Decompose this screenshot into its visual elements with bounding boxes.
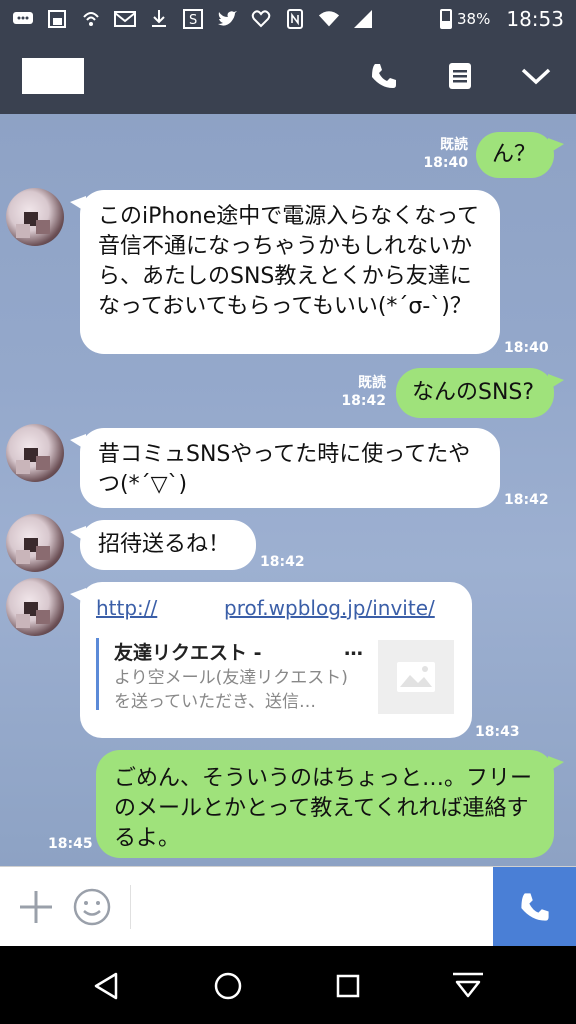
message-time: 18:42 [260,554,305,570]
phone-icon[interactable] [366,58,402,94]
s-app-icon: S [182,8,204,30]
message-bubble-incoming[interactable]: 昔コミュSNSやってた時に使ってたやつ(*´▽`) [70,428,500,508]
recents-icon[interactable] [328,966,368,1006]
message-bubble-incoming[interactable]: このiPhone途中で電源入らなくなって音信不通になっちゃうかもしれないから、あ… [70,190,500,354]
chat-title-redacted[interactable] [22,58,84,94]
signal-icon [352,8,374,30]
battery-percent: 38% [457,10,491,28]
preview-accent-bar [96,638,99,710]
plus-icon[interactable] [16,887,56,927]
call-icon[interactable] [493,867,576,947]
svg-text:S: S [189,13,197,28]
chat-header [0,38,576,114]
back-icon[interactable] [86,966,126,1006]
download-icon [148,8,170,30]
wifi-calling-icon [80,8,102,30]
wifi-icon [318,8,340,30]
notification-icons: S [12,8,374,30]
chevron-down-icon[interactable] [518,58,554,94]
message-time: 18:40 [504,340,549,356]
read-label: 既読 [358,375,386,391]
screenshot-icon [46,8,68,30]
clock: 18:53 [506,7,564,31]
twitter-icon [216,8,238,30]
navigation-bar [0,946,576,1024]
status-bar: S 38% 18:53 [0,0,576,38]
battery-icon [440,9,453,29]
avatar[interactable] [6,578,64,636]
link-preview-title-ellipsis: … [344,638,363,660]
heart-app-icon [250,8,272,30]
read-receipt: 既読 18:40 [418,136,468,172]
notification-pull-icon[interactable] [448,966,488,1006]
message-input[interactable] [130,885,484,929]
emoji-icon[interactable] [72,887,112,927]
mail-icon [114,8,136,30]
message-bubble-outgoing[interactable]: なんのSNS? [396,368,564,418]
battery-fill [442,20,451,27]
read-label: 既読 [440,137,468,153]
message-time: 18:40 [423,155,468,171]
battery-status: 38% [440,9,490,29]
chat-area[interactable]: 既読 18:40 ん？ このiPhone途中で電源入らなくなって音信不通になっち… [0,114,576,866]
message-time: 18:43 [475,724,520,740]
avatar[interactable] [6,188,64,246]
message-bubble-incoming[interactable]: 招待送るね！ [70,520,256,570]
avatar[interactable] [6,424,64,482]
chat-icon [12,8,34,30]
link-url[interactable]: http:// [96,596,157,620]
nfc-icon [284,8,306,30]
home-icon[interactable] [208,966,248,1006]
link-message-card[interactable]: http:// prof.wpblog.jp/invite/ 友達リクエスト -… [70,582,472,738]
message-input-bar [0,866,576,947]
menu-icon[interactable] [442,58,478,94]
message-bubble-outgoing[interactable]: ん？ [476,132,564,178]
message-time: 18:42 [504,492,549,508]
link-url[interactable]: prof.wpblog.jp/invite/ [224,596,435,620]
link-preview-description[interactable]: より空メール(友達リクエスト)を送っていただき、送信… [114,666,364,714]
link-preview-title[interactable]: 友達リクエスト - [114,638,262,665]
image-placeholder-icon[interactable] [378,640,454,714]
message-time: 18:45 [48,836,93,852]
message-time: 18:42 [341,393,386,409]
message-bubble-outgoing[interactable]: ごめん、そういうのはちょっと…。フリーのメールとかとって教えてくれれば連絡するよ… [96,750,564,858]
avatar[interactable] [6,514,64,572]
read-receipt: 既読 18:42 [336,374,386,410]
